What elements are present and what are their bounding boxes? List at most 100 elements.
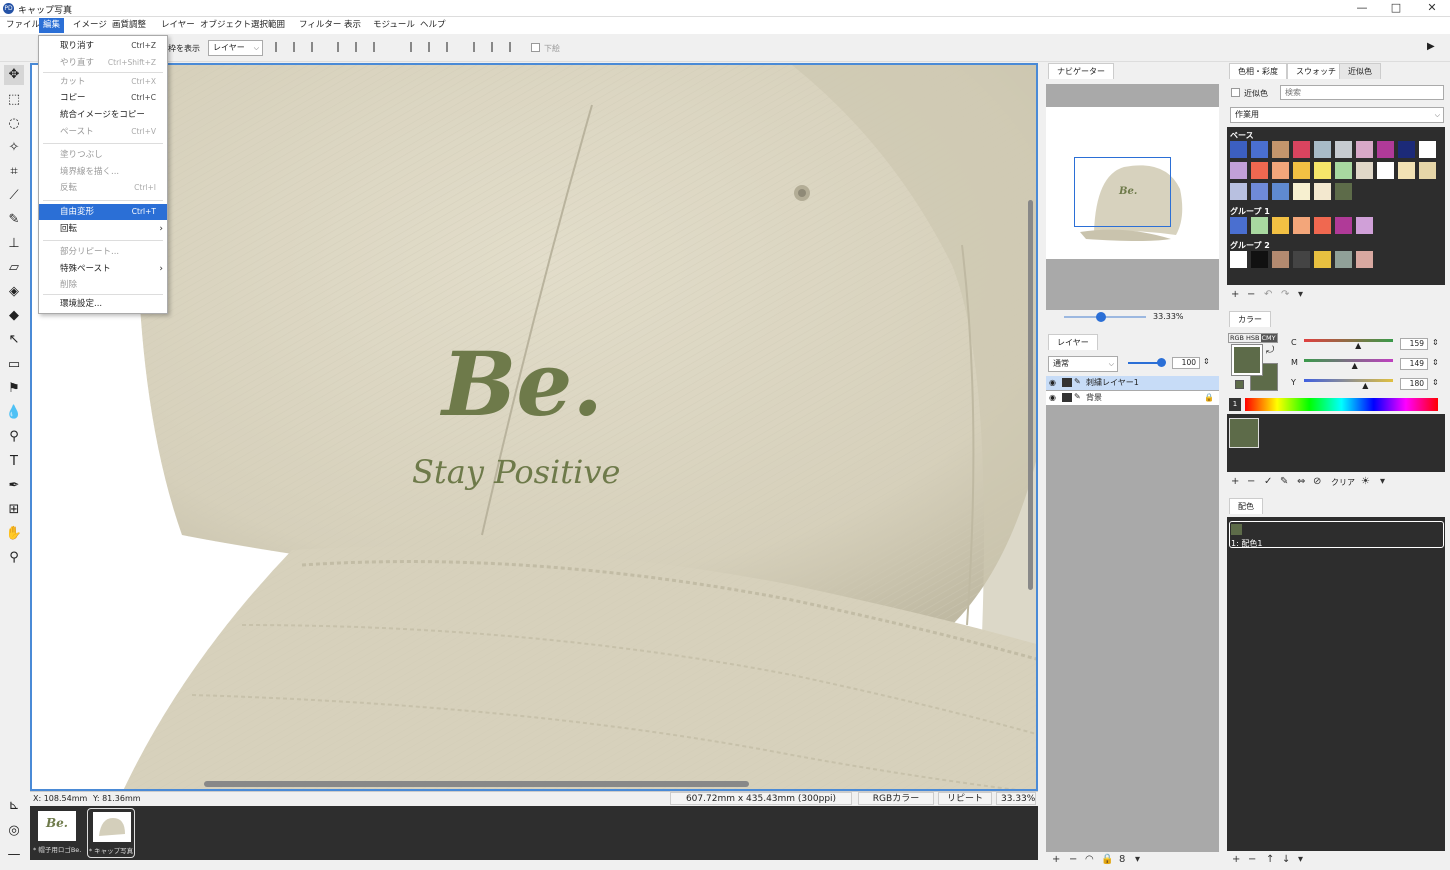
swatch-chip[interactable] — [1314, 251, 1331, 268]
doc-thumb-cap[interactable]: * キャップ写真 — [87, 808, 135, 858]
menu-copy[interactable]: コピー Ctrl+C — [39, 90, 167, 106]
reset-colors-icon[interactable] — [1235, 380, 1244, 389]
swap-colors-icon[interactable]: ⤾ — [1266, 345, 1274, 356]
swatch-chip[interactable] — [1335, 183, 1352, 200]
check-icon[interactable]: ✓ — [1264, 476, 1272, 487]
remove-color-icon[interactable]: − — [1247, 476, 1255, 487]
tab-swatches[interactable]: スウォッチ — [1287, 63, 1345, 79]
add-scheme-icon[interactable]: + — [1232, 854, 1240, 865]
redo-icon[interactable]: ↷ — [1281, 289, 1289, 300]
swatch-chip[interactable] — [1419, 141, 1436, 158]
opacity-thumb[interactable] — [1157, 358, 1166, 367]
swatch-chip[interactable] — [1251, 141, 1268, 158]
tab-hue-saturation[interactable]: 色相・彩度 — [1229, 63, 1287, 79]
menu-view[interactable]: 表示 — [340, 18, 365, 33]
retouch-tool-icon[interactable]: ⚑ — [4, 379, 24, 399]
distribute-right-icon[interactable] — [446, 42, 456, 52]
menu-undo[interactable]: 取り消す Ctrl+Z — [39, 38, 167, 54]
channel-thumb[interactable]: ▲ — [1352, 361, 1358, 370]
menu-layer[interactable]: レイヤー — [157, 18, 199, 33]
repeat-mode[interactable]: リピートオフ — [938, 792, 992, 817]
select-pen-tool-icon[interactable]: ↖ — [4, 330, 24, 350]
tab-scheme[interactable]: 配色 — [1229, 498, 1263, 514]
eyedropper-tool-icon[interactable]: ⟋ — [4, 186, 24, 206]
swatch-chip[interactable] — [1251, 162, 1268, 179]
menu-delete[interactable]: 削除 — [39, 277, 167, 293]
ruler-icon[interactable]: ⊾ — [4, 796, 24, 816]
swatch-chip[interactable] — [1314, 217, 1331, 234]
distribute-bottom-icon[interactable] — [509, 42, 519, 52]
mode-rgb[interactable]: RGB — [1229, 334, 1245, 342]
below-checkbox[interactable] — [531, 43, 540, 52]
blur-tool-icon[interactable]: 💧 — [4, 403, 24, 423]
distribute-center-icon[interactable] — [428, 42, 438, 52]
vertical-scrollbar[interactable] — [1028, 200, 1033, 590]
move-down-icon[interactable]: ↓ — [1282, 854, 1290, 865]
collapse-icon[interactable]: — — [4, 845, 24, 865]
add-color-icon[interactable]: + — [1231, 476, 1239, 487]
swatch-chip[interactable] — [1335, 217, 1352, 234]
menu-selection[interactable]: 選択範囲 — [247, 18, 289, 33]
swap-icon[interactable]: ⇔ — [1297, 476, 1305, 487]
swatch-chip[interactable] — [1272, 183, 1289, 200]
swatch-chip[interactable] — [1356, 217, 1373, 234]
horizontal-scrollbar[interactable] — [204, 781, 749, 787]
swatch-chip[interactable] — [1377, 162, 1394, 179]
tab-layers[interactable]: レイヤー — [1048, 334, 1098, 350]
foreground-color-swatch[interactable] — [1231, 344, 1263, 376]
swatch-chip[interactable] — [1335, 162, 1352, 179]
channel-stepper-icon[interactable]: ⇕ — [1432, 378, 1439, 387]
menu-file[interactable]: ファイル — [2, 18, 44, 33]
swatch-chip[interactable] — [1356, 141, 1373, 158]
menu-free-transform[interactable]: 自由変形 Ctrl+T — [39, 204, 167, 220]
swatch-chip[interactable] — [1272, 162, 1289, 179]
opacity-stepper-icon[interactable]: ⇕ — [1203, 357, 1210, 366]
menu-partial-repeat[interactable]: 部分リピート... — [39, 244, 167, 260]
layer-menu-icon[interactable]: ▾ — [1135, 854, 1140, 865]
magic-wand-tool-icon[interactable]: ✧ — [4, 138, 24, 158]
menu-module[interactable]: モジュール — [369, 18, 419, 33]
mode-hsb[interactable]: HSB — [1245, 334, 1260, 342]
scheme-menu-icon[interactable]: ▾ — [1298, 854, 1303, 865]
align-left-icon[interactable] — [275, 42, 285, 52]
tab-navigator[interactable]: ナビゲーター — [1048, 63, 1114, 79]
edit-color-icon[interactable]: ✎ — [1280, 476, 1288, 487]
brush-tool-icon[interactable]: ✎ — [4, 210, 24, 230]
zoom-tool-icon[interactable]: ⚲ — [4, 548, 24, 568]
swatch-chip[interactable] — [1398, 162, 1415, 179]
eraser-tool-icon[interactable]: ▱ — [4, 258, 24, 278]
navigator-view-frame[interactable] — [1074, 157, 1171, 227]
dodge-tool-icon[interactable]: ⚲ — [4, 427, 24, 447]
stamp-tool-icon[interactable]: ⊥ — [4, 234, 24, 254]
align-bottom-icon[interactable] — [373, 42, 383, 52]
text-tool-icon[interactable]: T — [4, 452, 24, 472]
swatch-chip[interactable] — [1230, 183, 1247, 200]
remove-scheme-icon[interactable]: − — [1248, 854, 1256, 865]
swatch-chip[interactable] — [1356, 251, 1373, 268]
channel-thumb[interactable]: ▲ — [1362, 381, 1368, 390]
swatch-set-select[interactable]: 作業用 ⌵ — [1230, 107, 1444, 123]
align-middle-icon[interactable] — [355, 42, 365, 52]
swatch-chip[interactable] — [1272, 251, 1289, 268]
clear-button[interactable]: クリア — [1331, 477, 1355, 488]
pen-tool-icon[interactable]: ✒ — [4, 476, 24, 496]
doc-thumb-logo[interactable]: Be. * 帽子用ロゴBe... — [33, 808, 81, 858]
link-layer-icon[interactable]: ◠ — [1085, 854, 1094, 865]
tab-similar[interactable]: 近似色 — [1339, 63, 1381, 79]
channel-stepper-icon[interactable]: ⇕ — [1432, 338, 1439, 347]
swatch-chip[interactable] — [1251, 251, 1268, 268]
swatch-chip[interactable] — [1335, 141, 1352, 158]
minimize-button[interactable]: — — [1350, 1, 1374, 15]
swatch-chip[interactable] — [1251, 217, 1268, 234]
swatch-chip[interactable] — [1293, 251, 1310, 268]
grid-tool-icon[interactable]: ⊞ — [4, 500, 24, 520]
shape-tool-icon[interactable]: ▭ — [4, 355, 24, 375]
rect-select-tool-icon[interactable]: ⬚ — [4, 90, 24, 110]
blend-mode-select[interactable]: 通常 ⌵ — [1048, 356, 1118, 372]
tab-color[interactable]: カラー — [1229, 311, 1271, 327]
swatch-chip[interactable] — [1356, 162, 1373, 179]
color-menu-icon[interactable]: ▾ — [1380, 476, 1385, 487]
swatch-chip[interactable] — [1251, 183, 1268, 200]
swatch-chip[interactable] — [1230, 251, 1247, 268]
menu-cut[interactable]: カット Ctrl+X — [39, 74, 167, 90]
